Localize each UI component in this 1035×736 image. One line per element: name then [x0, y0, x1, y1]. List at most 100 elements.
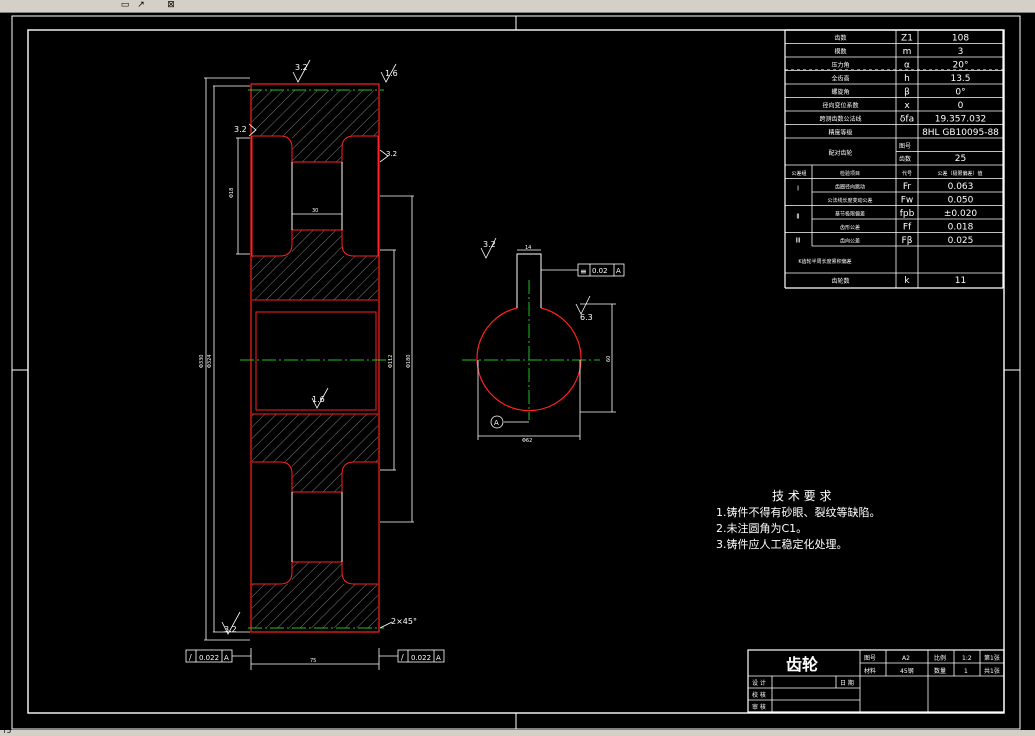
key-roughness: 3.2	[483, 240, 496, 249]
tolerance-frame-left: / 0.022 A	[185, 649, 251, 663]
key-tolerance-frame: ≡ 0.02 A	[577, 263, 625, 277]
select-window-icon[interactable]: ▭	[118, 0, 132, 10]
param-value: 108	[952, 34, 969, 44]
dim-face-width: 75	[310, 658, 316, 664]
roughness-top: 3.2	[295, 63, 308, 72]
check-header: 检验项目	[840, 170, 860, 177]
svg-text:第1张: 第1张	[984, 654, 1000, 662]
svg-text:0.022: 0.022	[199, 654, 219, 662]
part-name: 齿轮	[786, 655, 818, 674]
svg-text:/: /	[401, 653, 404, 662]
svg-text:比例: 比例	[934, 654, 946, 662]
param-label: 全齿高	[831, 75, 849, 83]
chamfer-note: 2×45°	[391, 617, 417, 626]
param-symbol: m	[903, 47, 912, 57]
tech-item-1: 1.铸件不得有砂眼、裂纹等缺陷。	[716, 505, 881, 519]
param-label: 模数	[834, 48, 846, 56]
svg-text:0.02: 0.02	[592, 267, 608, 275]
check-symbol: Fβ	[902, 236, 913, 246]
hatch-regions	[252, 90, 378, 628]
param-symbol: β	[904, 88, 910, 98]
check-symbol: Fr	[903, 182, 912, 192]
tech-item-3: 3.铸件应人工稳定化处理。	[716, 537, 848, 551]
dim-hub2-dia: Φ180	[406, 355, 412, 368]
title-block: 齿轮 图号 A2 比例 1:2 第1张 材料 45钢 数量 1 共1张 设 计 …	[747, 649, 1005, 713]
check-value: 0.063	[948, 182, 974, 192]
pair-sub-2: 齿数	[899, 155, 911, 163]
group-1: Ⅰ	[797, 185, 799, 193]
param-symbol: x	[904, 101, 910, 111]
dim-web-width: 30	[312, 208, 318, 214]
key-width: 14	[525, 245, 531, 251]
roughness-bottom-left: 3.2	[224, 625, 237, 634]
svg-text:图号: 图号	[864, 655, 876, 662]
roughness-right: 1.6	[385, 69, 398, 78]
parameter-table: 齿数 Z1 108 模数 m 3 压力角 α 20° 全齿高 h 13.5 螺旋角 β 0° 径向变位系数 x 0…	[784, 29, 1004, 289]
pointer-icon[interactable]: ↗	[134, 0, 148, 10]
check-label: 基节极限偏差	[835, 211, 865, 218]
svg-text:A: A	[436, 654, 441, 662]
gear-outline	[250, 83, 380, 633]
dim-hole: Φ18	[229, 188, 235, 198]
param-label: 跨测齿数公法线	[819, 115, 861, 123]
dim-hub-dia: Φ112	[388, 355, 394, 368]
status-bar: ⊤J	[0, 726, 1035, 736]
check-value: 0.025	[948, 236, 974, 246]
group-3: Ⅲ	[796, 237, 801, 245]
drawing-frame	[11, 15, 1021, 730]
pair-sub-1: 图号	[899, 143, 911, 150]
pair-teeth: 25	[955, 154, 966, 164]
check-value: 0.018	[948, 223, 974, 233]
check-label: 公法线长度变动公差	[827, 197, 872, 204]
check-symbol: fpb	[900, 209, 915, 219]
param-value: 20°	[953, 61, 969, 71]
param-symbol: h	[904, 74, 910, 84]
tolerance-frame-right: / 0.022 A	[379, 649, 445, 663]
svg-text:审 核: 审 核	[752, 703, 766, 711]
svg-text:数量: 数量	[934, 667, 946, 675]
pair-gear-label: 配对齿轮	[828, 149, 852, 157]
check-label: 齿形公差	[840, 224, 860, 231]
last-value: 11	[955, 276, 966, 286]
bore-diameter: Φ62	[522, 438, 532, 444]
param-value: 0	[958, 101, 964, 111]
param-label: 径向变位系数	[822, 102, 858, 110]
param-value: 0°	[955, 88, 965, 98]
tech-title: 技 术 要 求	[772, 489, 831, 503]
check-label: 齿向公差	[840, 238, 860, 245]
keyway-view: ≡ 0.02 A A 3.2 14 6.3 60 Φ62	[462, 240, 625, 444]
param-label: 螺旋角	[831, 88, 849, 96]
svg-text:材料: 材料	[864, 667, 876, 675]
svg-text:A2: A2	[902, 655, 910, 662]
roughness-left: 3.2	[234, 125, 247, 134]
param-label: 压力角	[831, 61, 849, 69]
check-value: ±0.020	[944, 209, 978, 219]
check-value: 0.050	[948, 196, 974, 206]
svg-text:≡: ≡	[580, 267, 587, 276]
svg-text:日 期: 日 期	[840, 679, 854, 687]
svg-text:1:2: 1:2	[962, 655, 972, 662]
check-header: 公差（极限偏差）值	[937, 170, 982, 177]
svg-text:0.022: 0.022	[411, 654, 431, 662]
param-label: 齿数	[834, 34, 846, 42]
svg-text:A: A	[224, 654, 229, 662]
key-depth: 60	[606, 356, 612, 362]
svg-text:A: A	[616, 267, 621, 275]
svg-text:设 计: 设 计	[752, 679, 766, 687]
svg-text:1: 1	[964, 668, 968, 675]
dim-outer-dia: Φ330	[199, 355, 205, 368]
cad-drawing-canvas[interactable]: 30 Φ18 Φ330 Φ324 Φ112 Φ180 75 3.2 1.6 3.…	[0, 12, 1035, 730]
param-symbol: δfa	[900, 115, 914, 125]
check-symbol: Ff	[903, 223, 912, 233]
zoom-icon[interactable]: ⊠	[164, 0, 178, 10]
roughness-bore: 1.6	[312, 395, 325, 404]
param-symbol: α	[904, 61, 910, 71]
param-value: 8HL GB10095-88	[922, 128, 999, 138]
last-label: 齿轮数	[831, 277, 849, 285]
group-2: Ⅱ	[796, 213, 799, 221]
roughness-web: 3.2	[386, 150, 397, 158]
check-label: 齿圈径向跳动	[835, 184, 865, 191]
gear-section-view	[240, 83, 390, 633]
svg-text:45钢: 45钢	[900, 667, 914, 675]
param-label: 精度等级	[828, 129, 852, 137]
